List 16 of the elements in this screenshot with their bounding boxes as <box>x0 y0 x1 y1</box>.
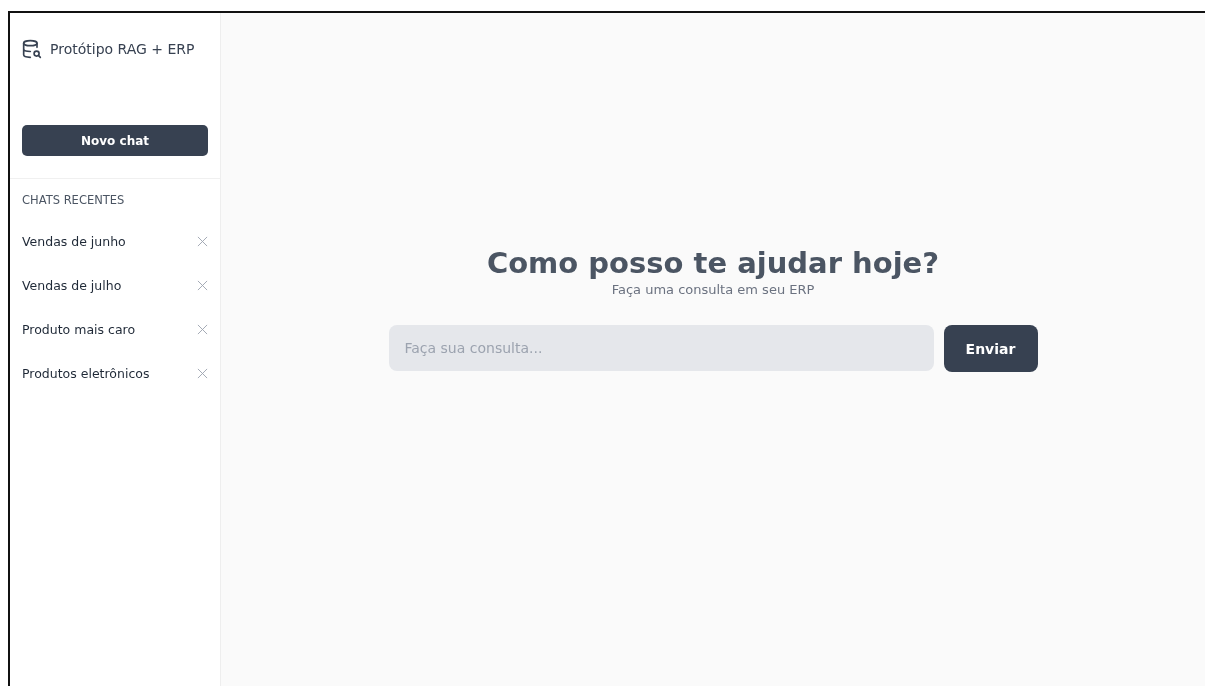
query-field[interactable]: Faça sua consulta... <box>388 325 934 371</box>
new-chat-button[interactable]: Novo chat <box>22 125 208 156</box>
close-icon[interactable] <box>197 367 208 379</box>
chat-item[interactable]: Produto mais caro <box>22 321 136 337</box>
close-icon[interactable] <box>197 323 208 335</box>
chat-item[interactable]: Vendas de julho <box>22 277 122 293</box>
database-search-icon <box>22 39 42 59</box>
chat-item[interactable]: Produtos eletrônicos <box>22 365 150 381</box>
app-title: Protótipo RAG + ERP <box>50 41 195 57</box>
close-icon[interactable] <box>197 235 208 247</box>
close-icon[interactable] <box>197 279 208 291</box>
subheading: Faça uma consulta em seu ERP <box>611 282 815 297</box>
send-button[interactable]: Enviar <box>943 325 1038 372</box>
heading: Como posso te ajudar hoje? <box>486 246 940 280</box>
section-title: CHATS RECENTES <box>21 192 126 209</box>
chat-item[interactable]: Vendas de junho <box>22 233 126 249</box>
